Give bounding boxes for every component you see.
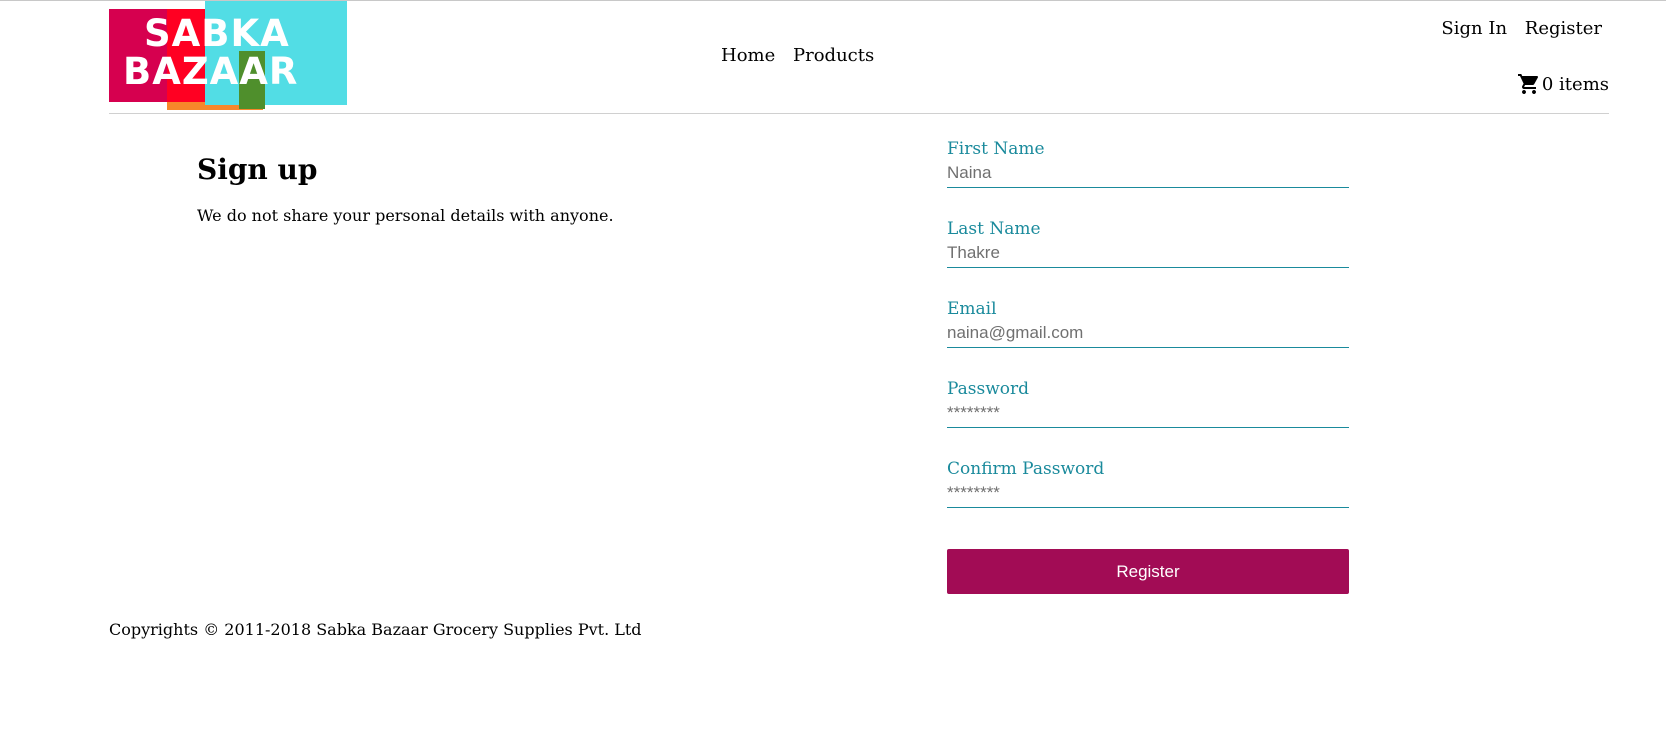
confirm-password-input[interactable] <box>947 480 1349 508</box>
cart-button[interactable]: 0 items <box>1517 72 1609 96</box>
cart-count: 0 items <box>1541 73 1609 95</box>
logo-text-line2: BAZAAR <box>123 50 299 93</box>
email-input[interactable] <box>947 320 1349 348</box>
brand-logo[interactable]: SABKA BAZAAR <box>109 1 347 110</box>
logo-text: SABKA BAZAAR <box>123 12 298 91</box>
last-name-label: Last Name <box>947 219 1041 239</box>
email-label: Email <box>947 299 997 319</box>
register-link[interactable]: Register <box>1525 18 1602 39</box>
password-group: Password <box>947 378 1349 458</box>
copyright-text: Copyrights © 2011-2018 Sabka Bazaar Groc… <box>109 620 642 639</box>
page-subtitle: We do not share your personal details wi… <box>197 206 614 225</box>
last-name-input[interactable] <box>947 240 1349 268</box>
account-links: Sign In Register <box>1441 18 1602 39</box>
first-name-input[interactable] <box>947 160 1349 188</box>
register-form: First Name Last Name Email Password Conf… <box>947 138 1349 594</box>
confirm-password-group: Confirm Password <box>947 458 1349 538</box>
last-name-group: Last Name <box>947 218 1349 298</box>
signup-intro: Sign up We do not share your personal de… <box>197 153 797 225</box>
email-group: Email <box>947 298 1349 378</box>
page-title: Sign up <box>197 153 318 186</box>
first-name-group: First Name <box>947 138 1349 218</box>
sign-in-link[interactable]: Sign In <box>1441 18 1507 39</box>
shopping-cart-icon <box>1517 74 1538 94</box>
confirm-password-label: Confirm Password <box>947 459 1105 479</box>
nav-home-link[interactable]: Home <box>721 45 775 66</box>
site-footer: Copyrights © 2011-2018 Sabka Bazaar Groc… <box>109 620 642 639</box>
nav-products-link[interactable]: Products <box>793 45 874 66</box>
password-input[interactable] <box>947 400 1349 428</box>
logo-text-line1: SABKA <box>144 12 290 55</box>
site-header: SABKA BAZAAR Home Products Sign In Regis… <box>109 1 1609 114</box>
password-label: Password <box>947 379 1030 399</box>
register-submit-button[interactable]: Register <box>947 549 1349 594</box>
main-nav: Home Products <box>721 45 874 66</box>
first-name-label: First Name <box>947 139 1045 159</box>
